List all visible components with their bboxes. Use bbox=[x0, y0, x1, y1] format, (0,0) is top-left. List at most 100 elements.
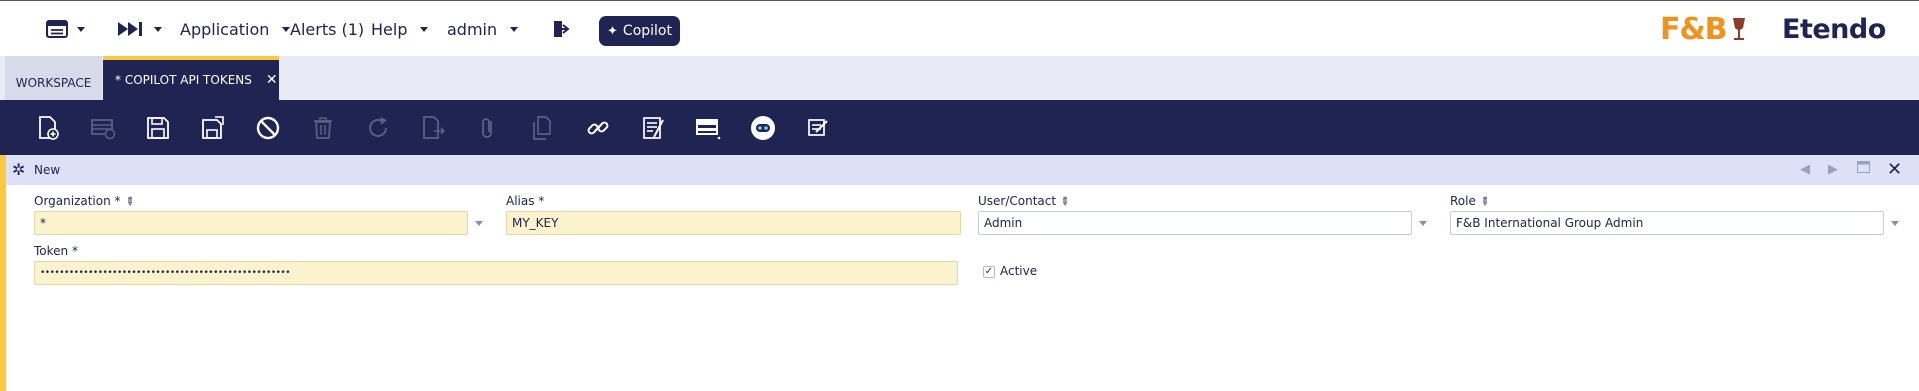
copilot-assistant-button[interactable] bbox=[748, 113, 778, 143]
record-status-label: New bbox=[34, 163, 61, 177]
chevron-down-icon[interactable] bbox=[475, 221, 483, 226]
asterisk-icon: ✲ bbox=[12, 160, 26, 179]
user-menu[interactable]: admin bbox=[447, 1, 519, 57]
chevron-down-icon[interactable] bbox=[1419, 221, 1427, 226]
fast-forward-icon bbox=[118, 22, 142, 36]
previous-record-icon[interactable]: ◀ bbox=[1800, 162, 1810, 177]
user-contact-label: User/Contact ✎ bbox=[978, 193, 1073, 209]
audit-icon bbox=[643, 117, 664, 139]
application-menu[interactable]: Application bbox=[180, 1, 291, 57]
active-label: Active bbox=[1000, 264, 1037, 278]
action-toolbar bbox=[0, 100, 1919, 155]
notes-icon bbox=[808, 119, 828, 136]
form-header: ✲ New ◀ ▶ ✕ bbox=[6, 155, 1919, 185]
delete-button[interactable] bbox=[308, 113, 338, 143]
undo-cancel-icon bbox=[256, 116, 280, 140]
fb-logo-text: F&B bbox=[1660, 11, 1728, 47]
etendo-logo-text: Etendo bbox=[1782, 13, 1886, 45]
clone-icon bbox=[533, 116, 551, 140]
chevron-down-icon bbox=[420, 26, 429, 32]
tab-workspace[interactable]: WORKSPACE bbox=[5, 56, 102, 100]
alias-value: MY_KEY bbox=[512, 216, 559, 230]
logout-icon bbox=[554, 21, 570, 37]
sparkle-icon: ✦ bbox=[607, 23, 618, 39]
save-button[interactable] bbox=[143, 113, 173, 143]
token-label-text: Token * bbox=[34, 244, 78, 258]
active-label-text: Active bbox=[1000, 264, 1038, 278]
link-button[interactable] bbox=[583, 113, 613, 143]
close-icon[interactable]: ✕ bbox=[266, 72, 278, 88]
save-and-close-icon bbox=[202, 116, 224, 139]
menu-list-icon bbox=[46, 20, 68, 38]
new-row-button[interactable] bbox=[88, 113, 118, 143]
window-tab-bar: WORKSPACE * COPILOT API TOKENS ✕ bbox=[0, 56, 1919, 100]
fb-logo: F&B bbox=[1660, 9, 1748, 49]
alias-field[interactable]: MY_KEY bbox=[506, 211, 961, 235]
copilot-button[interactable]: ✦ Copilot bbox=[599, 16, 680, 46]
refresh-button[interactable] bbox=[363, 113, 393, 143]
organization-value: * bbox=[40, 216, 46, 230]
save-icon bbox=[147, 117, 169, 139]
role-label: Role ✎ bbox=[1450, 193, 1492, 209]
next-record-icon[interactable]: ▶ bbox=[1828, 162, 1838, 177]
pin-icon[interactable]: ✎ bbox=[1477, 193, 1493, 209]
quick-launch-button[interactable] bbox=[117, 1, 162, 57]
help-menu[interactable]: Help bbox=[371, 1, 429, 57]
chevron-down-icon bbox=[77, 26, 85, 32]
top-navigation-bar: Application Alerts (1) Help admin ✦ Copi… bbox=[0, 0, 1919, 56]
maximize-icon[interactable] bbox=[1857, 161, 1870, 177]
undo-button[interactable] bbox=[253, 113, 283, 143]
close-form-icon[interactable]: ✕ bbox=[1887, 159, 1902, 180]
main-menu-button[interactable] bbox=[46, 1, 85, 57]
grid-view-icon bbox=[696, 119, 721, 140]
record-status-bar bbox=[0, 155, 6, 391]
new-document-button[interactable] bbox=[33, 113, 63, 143]
chevron-down-icon bbox=[510, 26, 519, 32]
etendo-logo: Etendo bbox=[1782, 9, 1886, 49]
alerts-menu[interactable]: Alerts (1) bbox=[290, 1, 364, 57]
link-icon bbox=[587, 121, 609, 135]
role-label-text: Role bbox=[1450, 194, 1476, 208]
wine-glass-icon bbox=[1732, 18, 1745, 40]
delete-icon bbox=[314, 117, 332, 139]
active-checkbox[interactable]: ✓ bbox=[983, 266, 995, 278]
new-document-icon bbox=[39, 116, 59, 140]
copilot-button-label: Copilot bbox=[622, 23, 672, 39]
pin-icon[interactable]: ✎ bbox=[121, 193, 137, 209]
copilot-robot-icon bbox=[751, 116, 775, 140]
grid-view-button[interactable] bbox=[693, 113, 723, 143]
tab-workspace-label: WORKSPACE bbox=[15, 76, 92, 90]
token-field[interactable]: ••••••••••••••••••••••••••••••••••••••••… bbox=[34, 261, 958, 285]
tab-active-label: * COPILOT API TOKENS bbox=[115, 73, 252, 87]
help-menu-label: Help bbox=[371, 19, 408, 39]
export-icon bbox=[423, 116, 446, 139]
alias-label-text: Alias * bbox=[506, 194, 545, 208]
logout-button[interactable] bbox=[551, 1, 571, 57]
user-contact-field[interactable]: Admin bbox=[978, 211, 1412, 235]
token-value: ••••••••••••••••••••••••••••••••••••••••… bbox=[40, 268, 291, 278]
tab-copilot-api-tokens[interactable]: * COPILOT API TOKENS ✕ bbox=[103, 56, 279, 100]
export-button[interactable] bbox=[418, 113, 448, 143]
organization-field[interactable]: * bbox=[34, 211, 468, 235]
alias-label: Alias * bbox=[506, 194, 544, 208]
user-menu-label: admin bbox=[447, 19, 498, 39]
chevron-down-icon[interactable] bbox=[1891, 221, 1899, 226]
token-label: Token * bbox=[34, 244, 78, 258]
new-row-icon bbox=[91, 119, 116, 140]
audit-button[interactable] bbox=[638, 113, 668, 143]
organization-label: Organization * ✎ bbox=[34, 193, 137, 209]
alerts-label: Alerts (1) bbox=[290, 19, 365, 39]
notes-button[interactable] bbox=[803, 113, 833, 143]
attachment-icon bbox=[482, 118, 492, 138]
pin-icon[interactable]: ✎ bbox=[1057, 193, 1073, 209]
role-value: F&B International Group Admin bbox=[1456, 216, 1644, 230]
clone-button[interactable] bbox=[528, 113, 558, 143]
save-and-close-button[interactable] bbox=[198, 113, 228, 143]
chevron-down-icon bbox=[154, 26, 162, 32]
role-field[interactable]: F&B International Group Admin bbox=[1450, 211, 1884, 235]
application-menu-label: Application bbox=[180, 19, 270, 39]
user-contact-label-text: User/Contact bbox=[978, 194, 1057, 208]
user-contact-value: Admin bbox=[984, 216, 1023, 230]
refresh-icon bbox=[369, 117, 387, 137]
attachment-button[interactable] bbox=[473, 113, 503, 143]
